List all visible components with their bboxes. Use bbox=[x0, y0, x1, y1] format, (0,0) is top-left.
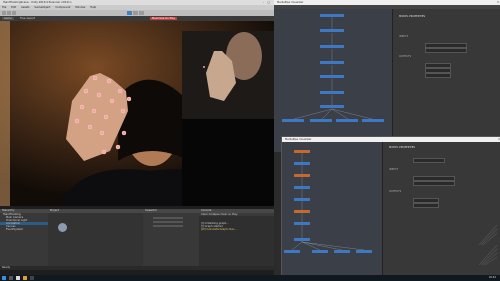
play-button[interactable] bbox=[127, 11, 132, 15]
graph-node[interactable] bbox=[284, 250, 300, 253]
list-item[interactable]: EventSystem bbox=[0, 228, 48, 231]
graph-node[interactable] bbox=[294, 186, 310, 189]
webcam-frame bbox=[0, 21, 274, 206]
graph-node[interactable] bbox=[282, 119, 304, 122]
pause-button[interactable] bbox=[133, 11, 138, 15]
window-title: HandTrackingScene - Unity 2019.4 Persona… bbox=[3, 1, 72, 4]
graph-node[interactable] bbox=[320, 14, 344, 17]
inspector-row bbox=[153, 225, 183, 227]
outputs-heading: OUTPUTS bbox=[389, 190, 402, 193]
visualizer-window-2: MediaPipe Visualizer ✕ MODEL PROPERTIES … bbox=[281, 136, 500, 277]
graph-node[interactable] bbox=[312, 250, 328, 253]
menu-file[interactable]: File bbox=[2, 6, 6, 9]
unity-editor-window: HandTrackingScene - Unity 2019.4 Persona… bbox=[0, 0, 277, 275]
project-panel: Project bbox=[48, 209, 143, 266]
hierarchy-panel: Hierarchy HandTracking Main Camera Direc… bbox=[0, 209, 48, 266]
input-field[interactable] bbox=[425, 48, 467, 53]
menu-edit[interactable]: Edit bbox=[11, 6, 16, 9]
graph-node[interactable] bbox=[294, 198, 310, 201]
inspector-row bbox=[153, 221, 183, 223]
move-tool-icon[interactable] bbox=[7, 11, 11, 15]
graph-node[interactable] bbox=[320, 61, 344, 64]
unity-taskbar-icon[interactable] bbox=[16, 276, 20, 280]
hand-tool-icon[interactable] bbox=[2, 11, 6, 15]
console-line[interactable]: [W] CalculatorGraph::Run... bbox=[199, 228, 274, 231]
start-icon[interactable] bbox=[2, 276, 6, 280]
inspector-row bbox=[153, 217, 183, 219]
graph-node[interactable] bbox=[356, 250, 372, 253]
menu-help[interactable]: Help bbox=[90, 6, 96, 9]
properties-title: MODEL PROPERTIES bbox=[399, 15, 426, 18]
menu-gameobject[interactable]: GameObject bbox=[34, 6, 50, 9]
status-text: Ready bbox=[2, 266, 11, 269]
graph-node[interactable] bbox=[334, 250, 350, 253]
graph-node[interactable] bbox=[362, 119, 384, 122]
graph-node[interactable] bbox=[320, 29, 344, 32]
properties-panel: MODEL PROPERTIES INPUTS OUTPUTS bbox=[392, 9, 500, 152]
graph-node[interactable] bbox=[294, 238, 310, 241]
inspector-panel: Inspector bbox=[143, 209, 199, 266]
graph-node[interactable] bbox=[320, 105, 344, 108]
graph-node[interactable] bbox=[294, 210, 310, 213]
graph-node[interactable] bbox=[336, 119, 358, 122]
menu-assets[interactable]: Assets bbox=[21, 6, 29, 9]
console-toolbar[interactable]: Clear Collapse Clear on Play bbox=[199, 213, 274, 216]
visualizer-title: MediaPipe Visualizer bbox=[277, 1, 304, 4]
menu-window[interactable]: Window bbox=[75, 6, 85, 9]
console-panel: Console Clear Collapse Clear on Play [I]… bbox=[199, 209, 274, 266]
tab-game[interactable]: Game bbox=[2, 17, 14, 20]
taskbar: 18:42 bbox=[0, 275, 500, 281]
rotate-tool-icon[interactable] bbox=[12, 11, 16, 15]
visualizer-window-1: MediaPipe Visualizer ✕ MODEL PROPERTIES … bbox=[274, 0, 500, 152]
output-field[interactable] bbox=[425, 73, 451, 78]
output-field[interactable] bbox=[413, 203, 439, 208]
graph-node[interactable] bbox=[310, 119, 332, 122]
graph-node[interactable] bbox=[294, 162, 310, 165]
visualizer-title: MediaPipe Visualizer bbox=[285, 138, 312, 141]
clock[interactable]: 18:42 bbox=[489, 276, 496, 279]
menu-component[interactable]: Component bbox=[55, 6, 70, 9]
terminal-taskbar-icon[interactable] bbox=[30, 276, 34, 280]
status-bar: Ready bbox=[0, 266, 276, 270]
game-view bbox=[0, 21, 274, 206]
tab-project[interactable]: Project bbox=[48, 209, 143, 213]
tab-inspector[interactable]: Inspector bbox=[143, 209, 199, 213]
graph-canvas bbox=[274, 9, 392, 152]
graph-node[interactable] bbox=[294, 150, 310, 153]
input-field[interactable] bbox=[413, 181, 455, 186]
inputs-heading: INPUTS bbox=[389, 168, 399, 171]
search-icon[interactable] bbox=[9, 276, 13, 280]
graph-node[interactable] bbox=[294, 174, 310, 177]
graph-node[interactable] bbox=[294, 222, 310, 225]
step-button[interactable] bbox=[139, 11, 144, 15]
aspect-dropdown[interactable]: Free Aspect bbox=[20, 17, 35, 20]
name-field[interactable] bbox=[413, 158, 445, 163]
inputs-heading: INPUTS bbox=[399, 35, 409, 38]
graph-node[interactable] bbox=[320, 45, 344, 48]
browser-taskbar-icon[interactable] bbox=[23, 276, 27, 280]
outputs-heading: OUTPUTS bbox=[399, 55, 412, 58]
graph-node[interactable] bbox=[320, 91, 344, 94]
properties-title: MODEL PROPERTIES bbox=[389, 146, 416, 149]
decorative-graphic bbox=[478, 224, 498, 265]
graph-canvas bbox=[282, 142, 382, 276]
asset-thumbnail[interactable] bbox=[58, 223, 67, 232]
maximize-on-play-toggle[interactable]: Maximize On Play bbox=[150, 17, 178, 20]
graph-node[interactable] bbox=[320, 75, 344, 78]
